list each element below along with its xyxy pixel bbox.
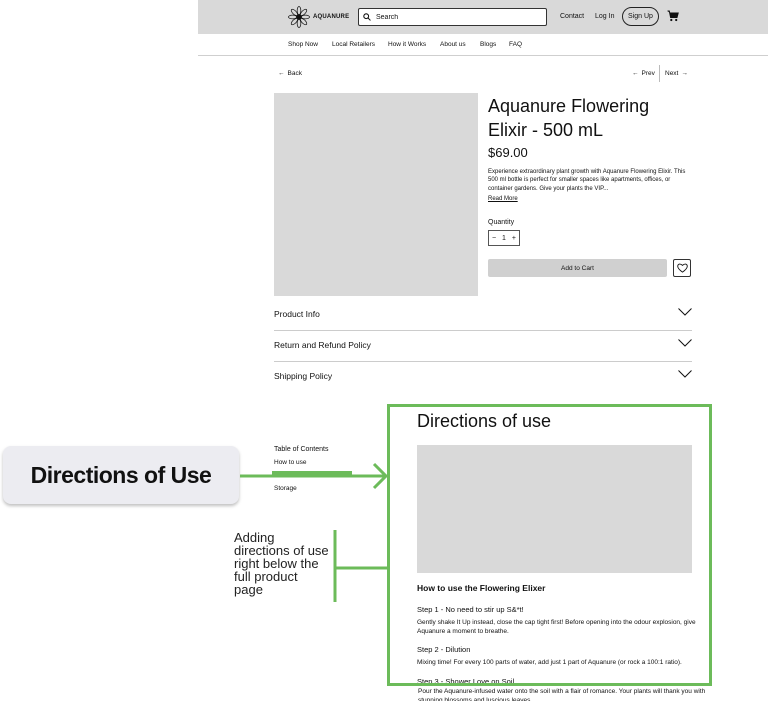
signup-button[interactable]: Sign Up [622,7,659,26]
nav-faq[interactable]: FAQ [509,41,522,48]
heart-icon [676,263,688,273]
chevron-down-icon [678,308,692,316]
step-2-title: Step 2 - Dilution [417,645,471,654]
product-description: Experience extraordinary plant growth wi… [488,169,686,192]
arrow-right-icon: → [681,70,688,77]
accordion-label: Shipping Policy [274,371,333,381]
accordion-product-info[interactable]: Product Info [274,300,692,331]
quantity-label: Quantity [488,219,515,226]
add-to-cart-button[interactable]: Add to Cart [488,259,667,277]
chevron-down-icon [678,370,692,378]
arrow-left-icon: ← [278,70,285,77]
accordion-shipping-policy[interactable]: Shipping Policy [274,362,692,393]
accordion-label: Return and Refund Policy [274,340,371,350]
contact-link[interactable]: Contact [560,13,584,20]
step-3-body: Pour the Aquanure-infused water onto the… [418,688,706,701]
search-box[interactable] [358,8,547,26]
annotation-arrow [240,462,389,490]
annotation-note: Adding directions of use right below the… [234,530,329,597]
flower-logo-icon [288,6,310,28]
wishlist-button[interactable] [673,259,691,277]
annotation-callout: Directions of Use [3,446,239,504]
accordion-label: Product Info [274,309,320,319]
main-nav: Shop Now Local Retailers How it Works Ab… [198,34,768,56]
nav-shop-now[interactable]: Shop Now [288,41,318,48]
product-title: Aquanure Flowering Elixir - 500 mL [488,96,650,140]
prev-label: Prev [641,70,655,77]
toc-title: Table of Contents [274,446,329,453]
product-price: $69.00 [488,145,528,160]
chevron-down-icon [678,339,692,347]
nav-how-it-works[interactable]: How it Works [388,41,426,48]
read-more-link[interactable]: Read More [488,196,518,202]
brand-logo[interactable]: AQUANURE [288,6,349,28]
accordion-return-policy[interactable]: Return and Refund Policy [274,331,692,362]
quantity-stepper[interactable]: − 1 + [488,230,520,246]
increment-button[interactable]: + [512,235,516,242]
step-1-body: Gently shake It Up instead, close the ca… [417,619,696,635]
cart-icon[interactable] [667,10,679,22]
nav-blogs[interactable]: Blogs [480,41,496,48]
next-label: Next [665,70,679,77]
decrement-button[interactable]: − [492,235,496,242]
directions-subtitle: How to use the Flowering Elixer [417,583,546,593]
next-link[interactable]: Next → [665,70,688,77]
brand-name: AQUANURE [313,14,350,20]
step-3-title: Step 3 - Shower Love on Soil. [417,677,517,686]
annotation-arrow-overlay [272,471,352,477]
quantity-value: 1 [502,234,506,242]
nav-about-us[interactable]: About us [440,41,466,48]
directions-panel: Directions of use How to use the Floweri… [387,404,712,686]
directions-title: Directions of use [417,411,552,431]
back-label: Back [287,70,302,77]
directions-image-placeholder [417,445,692,573]
arrow-left-icon: ← [632,70,639,77]
product-image-placeholder [274,93,478,296]
top-header: AQUANURE Contact Log In Sign Up [198,0,768,34]
prev-link[interactable]: ← Prev [632,70,655,77]
annotation-bracket [333,530,390,602]
search-input[interactable] [376,13,526,21]
step-1-title: Step 1 - No need to stir up S&*t! [417,605,524,614]
nav-local-retailers[interactable]: Local Retailers [332,41,375,48]
search-icon [363,13,371,21]
back-link[interactable]: ← Back [278,70,302,77]
login-link[interactable]: Log In [595,13,614,20]
pager-divider [659,65,660,82]
step-2-body: Mixing time! For every 100 parts of wate… [417,659,682,666]
